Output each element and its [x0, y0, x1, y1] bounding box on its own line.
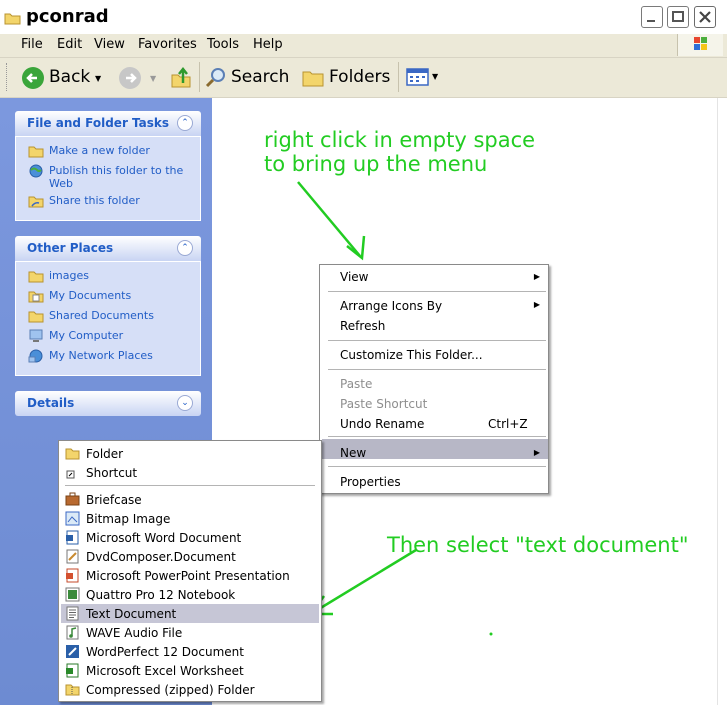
- new-bitmap[interactable]: Bitmap Image: [65, 509, 315, 528]
- menu-separator: [328, 340, 546, 341]
- new-excel[interactable]: Microsoft Excel Worksheet: [65, 661, 315, 680]
- menu-item-refresh[interactable]: Refresh: [340, 319, 385, 333]
- menu-separator: [65, 485, 315, 486]
- submenu-label: WordPerfect 12 Document: [86, 644, 244, 659]
- briefcase-icon: [65, 492, 80, 507]
- new-powerpoint[interactable]: Microsoft PowerPoint Presentation: [65, 566, 315, 585]
- menu-separator: [328, 291, 546, 292]
- wordperfect-icon: [65, 644, 80, 659]
- submenu-label: Briefcase: [86, 492, 142, 507]
- submenu-label: Quattro Pro 12 Notebook: [86, 587, 236, 602]
- submenu-label: WAVE Audio File: [86, 625, 183, 640]
- submenu-arrow-icon: ▶: [533, 300, 540, 309]
- submenu-label: Microsoft Excel Worksheet: [86, 663, 244, 678]
- menu-item-new-label: New: [340, 446, 367, 460]
- bitmap-icon: [65, 511, 80, 526]
- menu-item-customize[interactable]: Customize This Folder...: [340, 348, 483, 362]
- new-dvdcomposer[interactable]: DvdComposer.Document: [65, 547, 315, 566]
- folder-icon: [65, 446, 80, 461]
- menu-item-paste: Paste: [340, 377, 373, 391]
- powerpoint-icon: [65, 568, 80, 583]
- zip-folder-icon: [65, 682, 80, 697]
- new-shortcut[interactable]: Shortcut: [65, 463, 315, 482]
- menu-separator: [328, 369, 546, 370]
- quattro-icon: [65, 587, 80, 602]
- menu-item-undo[interactable]: Undo Rename: [340, 417, 424, 431]
- new-text-document[interactable]: Text Document: [65, 604, 315, 623]
- submenu-label: Microsoft Word Document: [86, 530, 242, 545]
- submenu-label: Shortcut: [86, 465, 138, 480]
- submenu-arrow-icon: ▶: [533, 448, 540, 457]
- submenu-arrow-icon: ▶: [533, 272, 540, 281]
- new-wave-audio[interactable]: WAVE Audio File: [65, 623, 315, 642]
- menu-item-properties[interactable]: Properties: [340, 475, 401, 489]
- submenu-label: Bitmap Image: [86, 511, 171, 526]
- undo-shortcut-label: Ctrl+Z: [488, 417, 528, 431]
- word-icon: [65, 530, 80, 545]
- submenu-label: Text Document: [86, 606, 177, 621]
- submenu-label: Compressed (zipped) Folder: [86, 682, 255, 697]
- new-wordperfect[interactable]: WordPerfect 12 Document: [65, 642, 315, 661]
- new-word-document[interactable]: Microsoft Word Document: [65, 528, 315, 547]
- menu-item-paste-shortcut: Paste Shortcut: [340, 397, 428, 411]
- menu-item-view[interactable]: View: [340, 270, 368, 284]
- new-submenu: Folder Shortcut Briefcase Bitmap Image M…: [58, 440, 322, 702]
- submenu-label: Folder: [86, 446, 124, 461]
- menu-separator: [328, 436, 546, 437]
- context-menu: View ▶ Arrange Icons By ▶ Refresh Custom…: [319, 264, 549, 494]
- shortcut-icon: [65, 465, 80, 480]
- menu-item-arrange[interactable]: Arrange Icons By: [340, 299, 442, 313]
- menu-separator: [328, 466, 546, 467]
- excel-icon: [65, 663, 80, 678]
- audio-icon: [65, 625, 80, 640]
- new-folder[interactable]: Folder: [65, 444, 315, 463]
- text-document-icon: [65, 606, 80, 621]
- new-zipped-folder[interactable]: Compressed (zipped) Folder: [65, 680, 315, 699]
- new-briefcase[interactable]: Briefcase: [65, 490, 315, 509]
- document-icon: [65, 549, 80, 564]
- submenu-label: Microsoft PowerPoint Presentation: [86, 568, 290, 583]
- new-quattro-pro[interactable]: Quattro Pro 12 Notebook: [65, 585, 315, 604]
- submenu-label: DvdComposer.Document: [86, 549, 236, 564]
